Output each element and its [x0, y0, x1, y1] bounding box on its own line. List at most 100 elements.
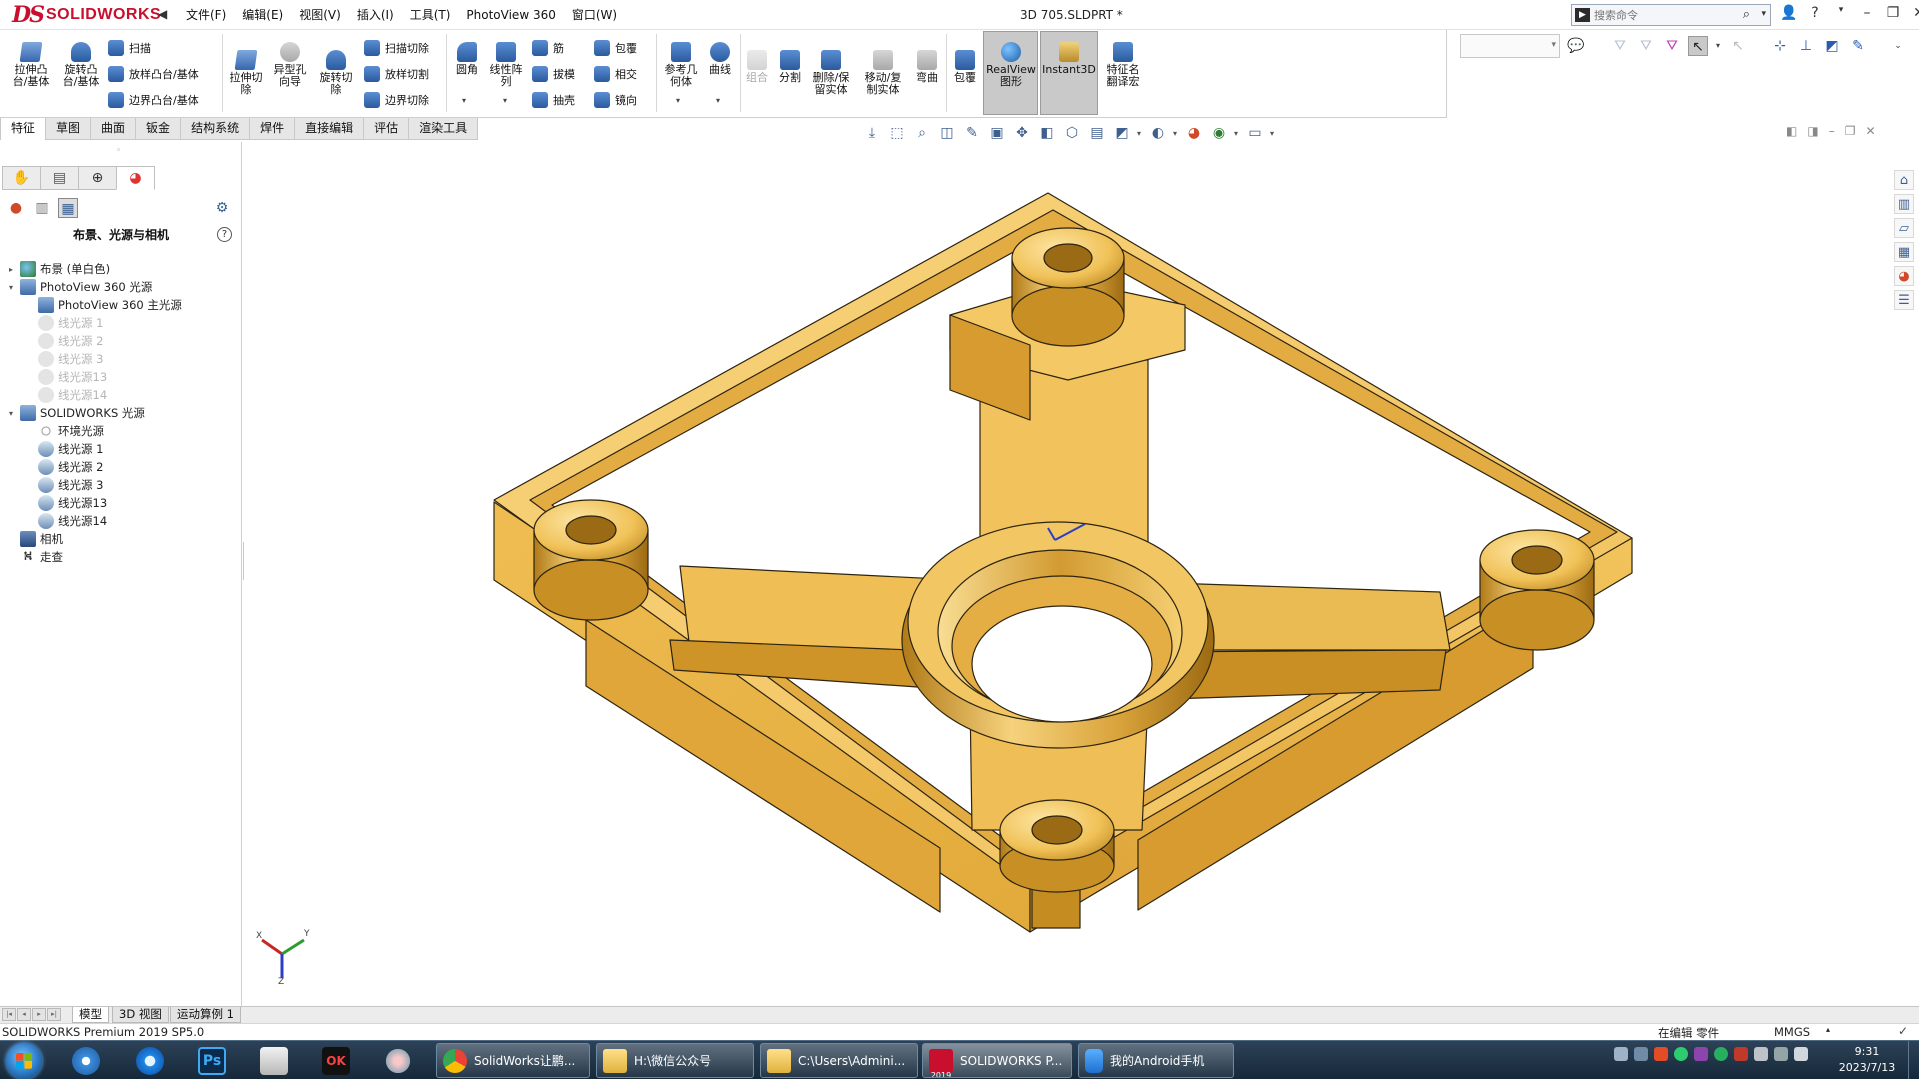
viewport-minimize-icon[interactable]: – — [1829, 124, 1835, 138]
rib-button[interactable]: 筋 — [532, 40, 564, 56]
menu-view[interactable]: 视图(V) — [291, 7, 349, 23]
network-icon[interactable] — [1714, 1047, 1728, 1061]
tree-node[interactable]: ▾ SOLIDWORKS 光源 — [6, 404, 145, 422]
menu-photoview[interactable]: PhotoView 360 — [458, 7, 563, 23]
tree-node[interactable]: 线光源 3 — [24, 476, 103, 494]
revolve-cut-button[interactable]: 旋转切 除 — [316, 50, 356, 96]
tray-app3-icon[interactable] — [1734, 1047, 1748, 1061]
chevron-down-icon[interactable]: ▾ — [1761, 9, 1766, 19]
feature-manager-tab-icon[interactable]: ✋ — [2, 166, 41, 190]
view-palette-icon[interactable]: ▦ — [1894, 242, 1914, 262]
wrap-body-button[interactable]: 包覆 — [950, 50, 980, 84]
config-combo[interactable]: ▾ — [1460, 34, 1560, 58]
search-input[interactable] — [1594, 7, 1734, 23]
taskbar-window-solidworks[interactable]: 2019 SOLIDWORKS P... — [922, 1043, 1072, 1078]
file-explorer-icon[interactable]: ▱ — [1894, 218, 1914, 238]
units-up-icon[interactable]: ▴ — [1826, 1025, 1830, 1034]
design-library-icon[interactable]: ▥ — [1894, 194, 1914, 214]
split-button[interactable]: 分割 — [775, 50, 805, 84]
draft-button[interactable]: 拔模 — [532, 66, 575, 82]
refgeom-dropdown-icon[interactable]: ▾ — [676, 96, 680, 105]
delete-keep-body-button[interactable]: 删除/保 留实体 — [808, 50, 854, 96]
tree-node[interactable]: 线光源14 — [24, 386, 107, 404]
volume-icon[interactable] — [1754, 1047, 1768, 1061]
zoom-to-fit-icon[interactable]: ⤓ — [862, 124, 882, 142]
tree-node[interactable]: 线光源13 — [24, 494, 107, 512]
view-settings-icon[interactable]: ◩ — [1112, 124, 1132, 142]
display-icon[interactable] — [1794, 1047, 1808, 1061]
viewport-tile-left-icon[interactable]: ◧ — [1786, 124, 1797, 138]
help-dropdown-icon[interactable]: ▾ — [1832, 5, 1850, 21]
instant3d-button[interactable]: Instant3D — [1041, 42, 1097, 76]
reference-geometry-button[interactable]: 参考几 何体 — [660, 42, 702, 88]
chevron-down-icon[interactable]: ▾ — [1270, 129, 1276, 138]
last-tab-icon[interactable]: ▸| — [47, 1008, 61, 1021]
tree-node[interactable]: 线光源14 — [24, 512, 107, 530]
appearance-palette-icon[interactable]: ◕ — [1184, 124, 1204, 142]
filter-highlight-icon[interactable]: ⛛ — [1662, 36, 1682, 56]
comment-icon[interactable]: 💬 — [1566, 36, 1586, 56]
tree-node[interactable]: ⛕ 走查 — [6, 548, 63, 566]
solidworks-logo[interactable]: DS SOLIDWORKS — [12, 2, 161, 28]
section-view-icon[interactable]: ◫ — [937, 124, 957, 142]
fillet-dropdown-icon[interactable]: ▾ — [462, 96, 466, 105]
axis-icon[interactable]: ⊥ — [1796, 36, 1816, 56]
tree-node[interactable]: ▾ PhotoView 360 光源 — [6, 278, 152, 296]
tree-toggle-icon[interactable]: ▾ — [6, 283, 16, 292]
filter-icon[interactable]: ⛛ — [1610, 36, 1630, 56]
select-pointer-icon[interactable]: ↖ — [1688, 36, 1708, 56]
menu-tools[interactable]: 工具(T) — [402, 7, 459, 23]
decal-icon[interactable]: ▥ — [32, 198, 52, 218]
taskbar-pin-photoshop[interactable]: Ps — [190, 1044, 234, 1078]
move-copy-body-button[interactable]: 移动/复 制实体 — [860, 50, 906, 96]
tab-evaluate[interactable]: 评估 — [363, 118, 410, 140]
tab-model[interactable]: 模型 — [72, 1007, 109, 1023]
appearance-icon[interactable]: ● — [6, 198, 26, 218]
tab-features[interactable]: 特征 — [0, 118, 47, 140]
boundary-boss-button[interactable]: 边界凸台/基体 — [108, 92, 199, 108]
next-tab-icon[interactable]: ▸ — [32, 1008, 46, 1021]
linear-pattern-button[interactable]: 线性阵 列 — [486, 42, 526, 88]
tree-node[interactable]: 线光源 1 — [24, 314, 103, 332]
display-manager-tab-icon[interactable]: ◕ — [116, 166, 155, 190]
menu-window[interactable]: 窗口(W) — [564, 7, 625, 23]
minimize-icon[interactable]: – — [1858, 5, 1876, 21]
search-commands[interactable]: ▶ ⌕ ▾ — [1571, 4, 1771, 26]
fillet-button[interactable]: 圆角 — [452, 42, 482, 76]
previous-view-icon[interactable]: ⌕ — [912, 124, 932, 142]
taskbar-window-browser[interactable]: SolidWorks让鹏... — [436, 1043, 590, 1078]
viewport-restore-icon[interactable]: ❐ — [1845, 124, 1856, 138]
tab-surfaces[interactable]: 曲面 — [90, 118, 137, 140]
graphics-area[interactable] — [244, 142, 1890, 1006]
curves-dropdown-icon[interactable]: ▾ — [716, 96, 720, 105]
wrap-button[interactable]: 包覆 — [594, 40, 637, 56]
display-options-icon[interactable]: ⚙ — [212, 198, 232, 218]
swept-cut-button[interactable]: 扫描切除 — [364, 40, 429, 56]
wechat-icon[interactable] — [1674, 1047, 1688, 1061]
menu-file[interactable]: 文件(F) — [178, 7, 234, 23]
system-clock[interactable]: 9:31 2023/7/13 — [1832, 1044, 1902, 1076]
taskbar-pin-recorder[interactable]: OK — [314, 1044, 358, 1078]
tab-render-tools[interactable]: 渲染工具 — [408, 118, 479, 140]
apply-scene-icon[interactable]: ▤ — [1087, 124, 1107, 142]
filter-edit-icon[interactable]: ⛛ — [1636, 36, 1656, 56]
tab-3d-views[interactable]: 3D 视图 — [112, 1007, 169, 1023]
curves-button[interactable]: 曲线 — [704, 42, 736, 76]
monitor-icon[interactable]: ▭ — [1245, 124, 1265, 142]
select-dropdown-icon[interactable]: ▾ — [1708, 36, 1728, 56]
viewport-close-icon[interactable]: ✕ — [1865, 124, 1875, 138]
part-model-view[interactable] — [244, 142, 1890, 1006]
swept-boss-button[interactable]: 扫描 — [108, 40, 151, 56]
tab-sheet-metal[interactable]: 钣金 — [135, 118, 182, 140]
taskbar-pin-flower[interactable] — [64, 1044, 108, 1078]
tab-direct-editing[interactable]: 直接编辑 — [294, 118, 365, 140]
taskbar-pin-tool[interactable] — [376, 1044, 420, 1078]
restore-icon[interactable]: ❐ — [1884, 5, 1902, 21]
combine-button[interactable]: 组合 — [742, 50, 772, 84]
edit-appearance-icon[interactable]: ⬡ — [1062, 124, 1082, 142]
property-manager-tab-icon[interactable]: ▤ — [40, 166, 79, 190]
search-icon[interactable]: ⌕ — [1743, 7, 1750, 22]
lasso-icon[interactable]: ↖ — [1728, 36, 1748, 56]
tab-sketch[interactable]: 草图 — [45, 118, 92, 140]
show-desktop-button[interactable] — [1908, 1041, 1919, 1079]
